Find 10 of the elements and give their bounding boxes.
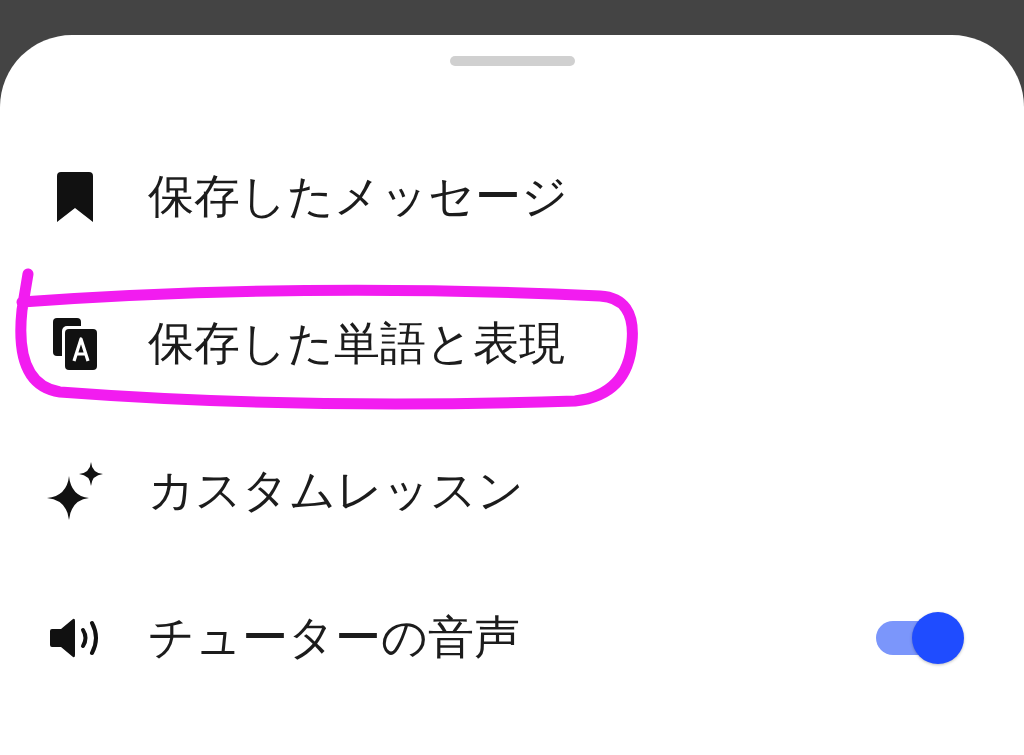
drag-handle[interactable] (449, 56, 575, 66)
speaker-icon (50, 617, 100, 658)
sparkles-icon (47, 461, 103, 520)
letter-cards-icon (53, 317, 97, 370)
bookmark-icon (57, 171, 93, 222)
menu-item-label[interactable]: 保存した単語と表現 (148, 315, 565, 372)
menu-item-label[interactable]: 保存したメッセージ (148, 168, 568, 225)
menu-item-label[interactable]: カスタムレッスン (148, 462, 524, 519)
setting-label: チューターの音声 (148, 609, 520, 666)
toggle-switch[interactable] (876, 610, 966, 665)
